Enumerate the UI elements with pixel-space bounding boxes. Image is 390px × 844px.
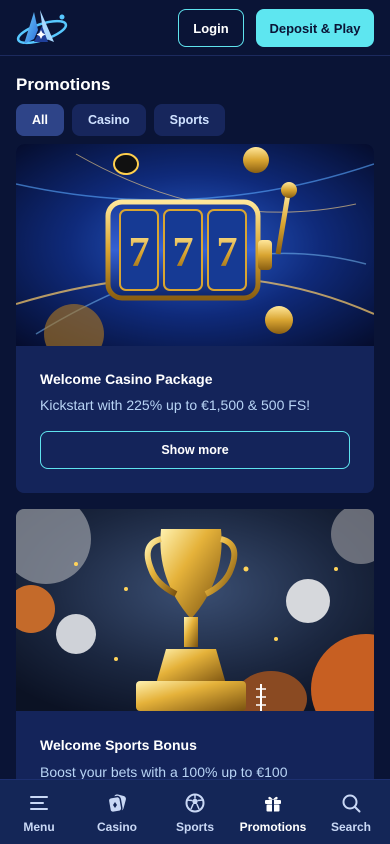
filter-chip-sports[interactable]: Sports [153,104,226,136]
svg-text:7: 7 [217,230,238,276]
gift-icon [265,796,281,812]
nav-label: Search [330,820,372,834]
filter-chip-casino[interactable]: Casino [71,104,146,136]
nav-label: Menu [23,820,55,834]
nav-label: Casino [96,820,137,834]
promotion-filters: All Casino Sports [16,104,226,136]
show-more-button[interactable]: Show more [40,431,350,469]
sports-icon [185,793,205,813]
filter-chip-all[interactable]: All [16,104,64,136]
slot-machine-image: 7 7 7 [16,144,374,346]
promo-title: Welcome Sports Bonus [40,737,197,753]
login-button[interactable]: Login [178,9,244,47]
promo-description: Boost your bets with a 100% up to €100 [40,764,288,780]
nav-label: Sports [175,820,214,834]
search-icon [342,794,361,813]
page-title: Promotions [16,75,111,94]
promo-title: Welcome Casino Package [40,371,213,387]
promo-card-sports: Welcome Sports Bonus Boost your bets wit… [16,509,374,809]
svg-text:7: 7 [173,230,194,276]
bottom-navigation: Menu Casino Sports Promotions Search [0,779,390,844]
nav-item-sports[interactable]: Sports [160,780,230,844]
top-header: Login Deposit & Play [0,0,390,56]
nav-item-promotions[interactable]: Promotions [238,780,308,844]
nav-item-search[interactable]: Search [316,780,386,844]
deposit-play-button[interactable]: Deposit & Play [256,9,374,47]
menu-icon [30,796,48,810]
promo-description: Kickstart with 225% up to €1,500 & 500 F… [40,397,311,413]
svg-text:7: 7 [129,230,150,276]
trophy-image [16,509,374,711]
promo-card-casino: 7 7 7 Welcome Casino Package Kickstart w… [16,144,374,493]
brand-logo[interactable] [14,8,70,48]
casino-icon [107,794,126,814]
nav-item-menu[interactable]: Menu [4,780,74,844]
nav-label: Promotions [239,820,307,834]
nav-item-casino[interactable]: Casino [82,780,152,844]
